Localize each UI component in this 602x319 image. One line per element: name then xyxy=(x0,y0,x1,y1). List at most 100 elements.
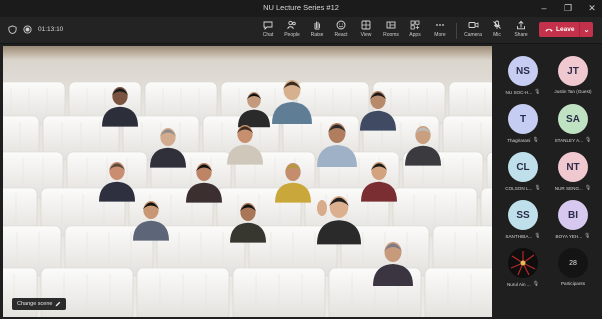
avatar-initials: T xyxy=(519,113,527,125)
participant-name: NUR SENG... xyxy=(554,185,583,191)
react-label: React xyxy=(334,32,348,38)
chevron-down-icon[interactable]: ⌄ xyxy=(580,26,593,34)
mic-off-icon: 🎙 xyxy=(584,185,592,191)
waving-hand xyxy=(317,200,327,216)
react-button[interactable]: React xyxy=(328,20,354,42)
raise-hand-button[interactable]: Raise xyxy=(304,20,330,42)
participants-panel: NS NU SOC-H... 🎙 JT Justin Tan (Guest) T … xyxy=(494,46,602,319)
avatar-initials: CL xyxy=(516,161,530,173)
mic-label: Mic xyxy=(493,32,501,38)
participant-tile[interactable]: SA STANLEY A... 🎙 xyxy=(548,104,598,143)
mic-off-icon: 🎙 xyxy=(534,233,541,239)
share-button[interactable]: Share xyxy=(508,20,534,42)
chat-label: Chat xyxy=(262,32,274,38)
raise-hand-icon xyxy=(314,21,320,30)
participant-name: Nurul Ain ... xyxy=(506,281,531,287)
leave-button[interactable]: Leave ⌄ xyxy=(539,22,593,37)
participant-name: Justin Tan (Guest) xyxy=(554,89,592,94)
leave-main-button[interactable]: Leave xyxy=(539,26,579,33)
toolbar-divider xyxy=(456,23,457,39)
change-scene-label: Change scene xyxy=(17,301,53,307)
participant-name: NU SOC-H... xyxy=(505,89,533,95)
avatar-initials: JT xyxy=(567,65,579,77)
participant-name: STANLEY A... xyxy=(554,137,584,143)
avatar-initials: NS xyxy=(516,65,530,77)
meeting-timer: 01:13:10 xyxy=(38,26,64,33)
mic-off-icon: 🎙 xyxy=(585,137,592,143)
participant-name-row: Justin Tan (Guest) xyxy=(548,89,598,94)
participant-tile[interactable]: NS NU SOC-H... 🎙 xyxy=(498,56,548,95)
participant-name-row: COLSON L... 🎙 xyxy=(498,185,548,191)
raise-label: Raise xyxy=(310,32,324,38)
participants-count: 28 xyxy=(569,259,577,267)
avatar: T xyxy=(508,104,538,134)
participant-tile[interactable]: BI BOYA YEH... 🎙 xyxy=(548,200,598,239)
participant-tile[interactable]: NT NUR SENG... 🎙 xyxy=(548,152,598,191)
leave-label: Leave xyxy=(556,26,575,33)
mic-off-icon: 🎙 xyxy=(532,281,540,287)
more-icon xyxy=(436,24,444,26)
more-button[interactable]: More xyxy=(427,20,453,42)
mic-off-icon: 🎙 xyxy=(532,137,539,143)
apps-label: Apps xyxy=(409,32,421,38)
auditorium-scene xyxy=(3,80,492,317)
participants-label-row: Participants xyxy=(548,281,598,286)
participant-name-row: Thagirarani 🎙 xyxy=(498,137,548,143)
auditorium-seat xyxy=(424,267,492,317)
participant-name: BOYA YEH... xyxy=(555,233,583,239)
view-button[interactable]: View xyxy=(353,20,379,42)
participant-name-row: STANLEY A... 🎙 xyxy=(548,137,598,143)
rooms-icon xyxy=(386,21,396,29)
avatar: NT xyxy=(558,152,588,182)
shield-icon[interactable] xyxy=(8,25,17,34)
share-icon xyxy=(517,20,525,30)
avatar: BI xyxy=(558,200,588,230)
participant-tile[interactable]: CL COLSON L... 🎙 xyxy=(498,152,548,191)
camera-icon xyxy=(468,22,478,28)
recording-icon xyxy=(23,25,32,34)
participant-tile[interactable]: Nurul Ain ... 🎙 xyxy=(498,248,548,287)
camera-button[interactable]: Camera xyxy=(460,20,486,42)
avatar: SS xyxy=(508,200,538,230)
participants-overflow-tile[interactable]: 28 Participants xyxy=(548,248,598,286)
participants-label: Participants xyxy=(560,281,585,286)
mic-off-icon: 🎙 xyxy=(534,185,541,191)
pencil-icon xyxy=(56,301,61,307)
chat-button[interactable]: Chat xyxy=(255,20,281,42)
chat-icon xyxy=(263,21,273,30)
mic-off-icon: 🎙 xyxy=(534,89,541,95)
avatar-initials: BI xyxy=(568,209,578,221)
mic-button[interactable]: Mic xyxy=(484,20,510,42)
participant-name-row: SANTHIBA... 🎙 xyxy=(498,233,548,239)
rooms-button[interactable]: Rooms xyxy=(378,20,404,42)
view-label: View xyxy=(360,32,372,38)
minimize-icon[interactable]: – xyxy=(536,2,552,14)
share-label: Share xyxy=(514,32,528,38)
apps-button[interactable]: Apps xyxy=(402,20,428,42)
participant-name-row: NU SOC-H... 🎙 xyxy=(498,89,548,95)
profile-photo xyxy=(508,248,538,278)
maximize-icon[interactable]: ❐ xyxy=(560,2,576,14)
change-scene-button[interactable]: Change scene xyxy=(12,298,67,310)
rooms-label: Rooms xyxy=(383,32,399,38)
participant-name: SANTHIBA... xyxy=(505,233,533,239)
participant-name-row: Nurul Ain ... 🎙 xyxy=(498,281,548,287)
mic-off-icon xyxy=(493,20,501,29)
participants-count-badge: 28 xyxy=(558,248,588,278)
mic-off-icon: 🎙 xyxy=(584,233,591,239)
close-icon[interactable]: ✕ xyxy=(584,2,600,14)
react-icon xyxy=(336,20,346,30)
participant-tile[interactable]: JT Justin Tan (Guest) xyxy=(548,56,598,94)
phone-hangup-icon xyxy=(545,28,553,32)
participant-tile[interactable]: T Thagirarani 🎙 xyxy=(498,104,548,143)
meeting-toolbar: 01:13:10 Chat People Raise React View Ro… xyxy=(0,17,602,44)
participant-tile[interactable]: SS SANTHIBA... 🎙 xyxy=(498,200,548,239)
avatar: JT xyxy=(558,56,588,86)
view-icon xyxy=(361,20,371,30)
people-button[interactable]: People xyxy=(279,20,305,42)
title-bar: NU Lecture Series #12 – ❐ ✕ xyxy=(0,0,602,17)
avatar-initials: NT xyxy=(566,161,580,173)
people-icon xyxy=(287,20,296,30)
window-title: NU Lecture Series #12 xyxy=(263,3,339,12)
avatar: SA xyxy=(558,104,588,134)
